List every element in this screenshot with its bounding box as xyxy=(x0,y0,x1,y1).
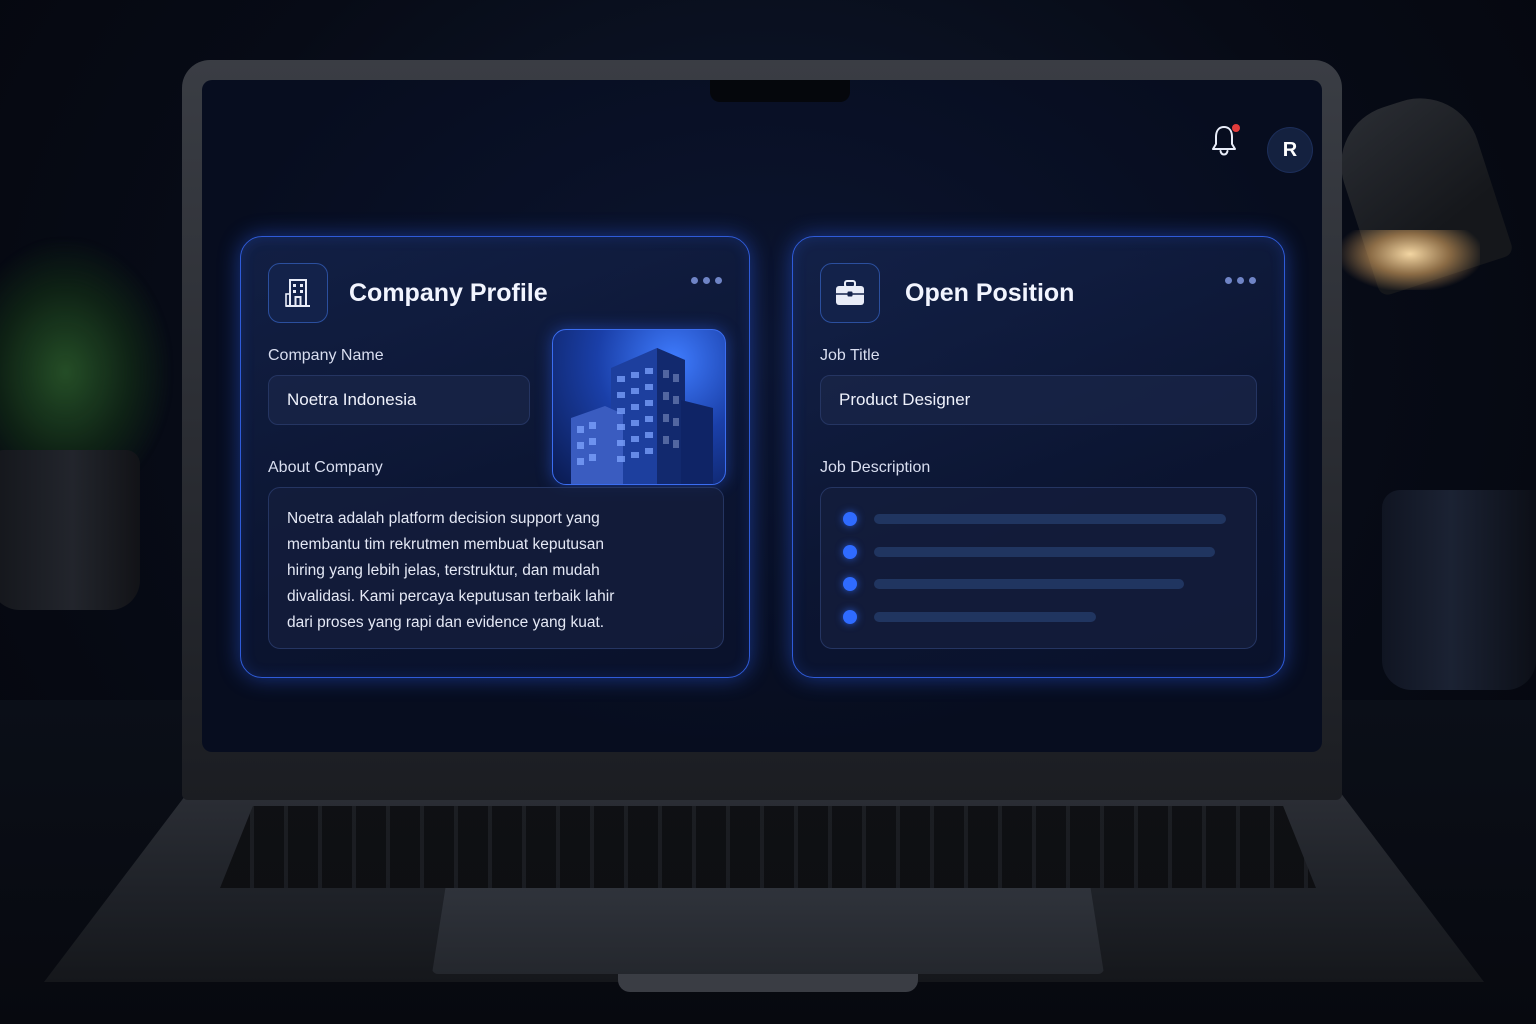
more-dot xyxy=(691,277,698,284)
laptop-screen: R Company Profile Company Name Noetra In… xyxy=(202,80,1322,752)
job-title-label: Job Title xyxy=(820,347,880,364)
more-dot xyxy=(703,277,710,284)
description-line-placeholder xyxy=(874,514,1226,524)
about-line: divalidasi. Kami percaya keputusan terba… xyxy=(287,588,615,605)
open-position-card: Open Position Job Title Product Designer… xyxy=(792,236,1285,678)
about-line: membantu tim rekrutmen membuat keputusan xyxy=(287,536,605,553)
camera-notch xyxy=(710,80,850,102)
company-profile-card: Company Profile Company Name Noetra Indo… xyxy=(240,236,750,678)
description-bullet xyxy=(843,545,857,559)
description-bullet xyxy=(843,610,857,624)
trackpad xyxy=(432,888,1104,974)
avatar[interactable]: R xyxy=(1268,128,1312,172)
notification-button[interactable] xyxy=(1210,124,1240,156)
more-dot xyxy=(1225,277,1232,284)
lamp-glow xyxy=(1340,230,1480,290)
company-profile-title: Company Profile xyxy=(349,279,548,307)
company-icon-tile xyxy=(268,263,328,323)
company-name-label: Company Name xyxy=(268,347,384,364)
company-name-input[interactable]: Noetra Indonesia xyxy=(268,375,530,425)
about-line: Noetra adalah platform decision support … xyxy=(287,510,600,527)
more-dot xyxy=(715,277,722,284)
company-building-image xyxy=(552,329,726,485)
notification-badge xyxy=(1232,124,1240,132)
more-dot xyxy=(1249,277,1256,284)
description-bullet xyxy=(843,512,857,526)
position-icon-tile xyxy=(820,263,880,323)
keyboard xyxy=(220,806,1316,888)
job-description-box[interactable] xyxy=(820,487,1257,649)
about-line: hiring yang lebih jelas, terstruktur, da… xyxy=(287,562,600,579)
description-bullet xyxy=(843,577,857,591)
about-company-textarea[interactable]: Noetra adalah platform decision support … xyxy=(268,487,724,649)
job-title-input[interactable]: Product Designer xyxy=(820,375,1257,425)
plant-leaves xyxy=(0,240,170,480)
description-line-placeholder xyxy=(874,612,1096,622)
laptop-front-notch xyxy=(618,974,918,992)
building-icon xyxy=(285,279,310,307)
plant xyxy=(0,240,180,620)
description-line-placeholder xyxy=(874,579,1184,589)
job-description-label: Job Description xyxy=(820,459,931,476)
more-dot xyxy=(1237,277,1244,284)
plant-pot xyxy=(0,450,140,610)
about-line: dari proses yang rapi dan evidence yang … xyxy=(287,614,605,631)
position-more-button[interactable] xyxy=(1225,277,1256,284)
company-more-button[interactable] xyxy=(691,277,722,284)
description-line-placeholder xyxy=(874,547,1215,557)
about-company-label: About Company xyxy=(268,459,383,476)
briefcase-icon xyxy=(836,280,864,305)
open-position-title: Open Position xyxy=(905,279,1075,307)
laptop-lid: R Company Profile Company Name Noetra In… xyxy=(182,60,1342,800)
desk-lamp xyxy=(1325,40,1536,298)
mug xyxy=(1382,490,1536,690)
